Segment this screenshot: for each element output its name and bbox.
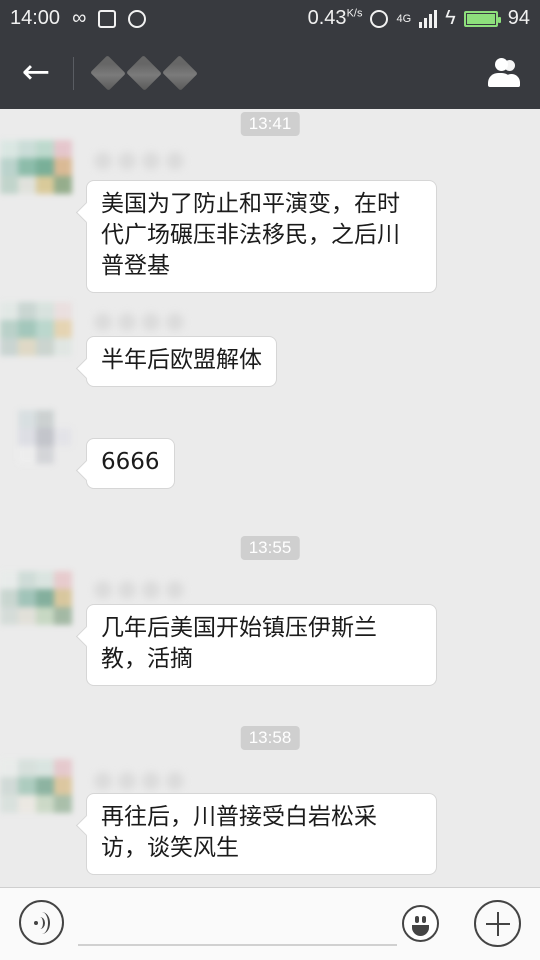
message-timestamp: 13:41 [240, 112, 300, 136]
network-type: 4G [396, 12, 412, 25]
chat-message-list[interactable]: 13:41 美国为了防止和平演变，在时代广场碾压非法移民，之后川普登基 半年后欧… [0, 109, 540, 887]
blurred-sender-name [94, 152, 184, 170]
network-speed: 0.43K/s [307, 7, 363, 29]
status-left: 14:00 ∞ [10, 7, 147, 30]
blurred-sender-name [94, 772, 184, 790]
signal-icon [419, 9, 438, 28]
message-input-bar [0, 887, 540, 960]
back-arrow-icon: ← [21, 52, 51, 92]
battery-icon [463, 10, 501, 27]
alarm-icon [370, 9, 389, 28]
chat-screen: 14:00 ∞ 0.43K/s 4G ϟ 94 ← 13:41 美国为了防止和平… [0, 0, 540, 960]
status-bar: 14:00 ∞ 0.43K/s 4G ϟ 94 [0, 0, 540, 36]
infinity-icon: ∞ [72, 7, 87, 29]
message-bubble[interactable]: 半年后欧盟解体 [86, 336, 277, 387]
header-divider [73, 57, 74, 90]
data-usage-icon [128, 9, 147, 28]
blurred-sender-name [94, 313, 184, 331]
blurred-avatar [0, 410, 78, 468]
voice-button[interactable] [19, 900, 64, 945]
message-bubble[interactable]: 美国为了防止和平演变，在时代广场碾压非法移民，之后川普登基 [86, 180, 437, 293]
blurred-avatar [0, 571, 74, 649]
back-button[interactable]: ← [16, 54, 56, 90]
group-contacts-button[interactable] [479, 55, 521, 91]
message-bubble[interactable]: 再往后，川普接受白岩松采访，谈笑风生 [86, 793, 437, 875]
message-bubble[interactable]: 几年后美国开始镇压伊斯兰教，活摘 [86, 604, 437, 686]
message-bubble[interactable]: 6666 [86, 438, 175, 489]
notification-icon [98, 9, 117, 28]
more-options-button[interactable] [474, 900, 521, 947]
blurred-avatar [0, 302, 74, 380]
message-input[interactable] [78, 902, 397, 946]
emoji-icon [415, 916, 419, 923]
status-right: 0.43K/s 4G ϟ 94 [308, 7, 530, 30]
blurred-chat-title [90, 55, 200, 91]
emoji-button[interactable] [402, 905, 439, 942]
message-timestamp: 13:58 [240, 726, 300, 750]
battery-level: 94 [507, 7, 530, 29]
blurred-avatar [0, 759, 74, 837]
status-time: 14:00 [10, 7, 61, 29]
blurred-avatar [0, 140, 74, 218]
message-timestamp: 13:55 [240, 536, 300, 560]
charging-icon: ϟ [445, 7, 456, 29]
chat-header: ← [0, 36, 540, 109]
blurred-sender-name [94, 581, 184, 599]
